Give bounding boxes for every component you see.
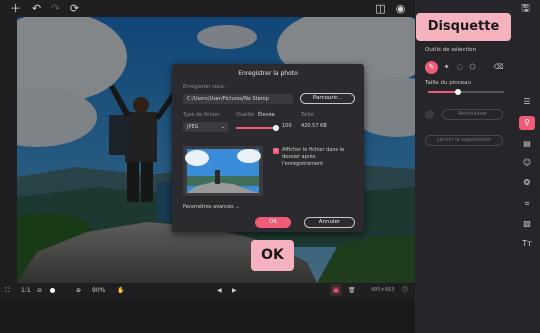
bottom-bar: ⛶ 1:1 ⊖ ⊕ 90% ✋ ◀ ▶ ▣ 🗑 995×663 ⓘ — [0, 283, 415, 298]
zoom-percent: 90% — [92, 287, 106, 294]
crop-icon[interactable]: ⌗ — [519, 197, 535, 211]
app-window: ＋ ↶ ↷ ⟳ ◫ ◉ Enregistrer la photo Enregis… — [0, 0, 540, 333]
file-type-select[interactable]: JPEG ⌄ — [183, 122, 228, 132]
save-disk-icon[interactable]: 🖫 — [519, 2, 532, 15]
preview-thumbnail — [183, 146, 263, 196]
quality-label: Qualité — [236, 112, 254, 118]
file-type-label: Type de fichier — [183, 112, 220, 118]
image-edit-icon[interactable]: ▤ — [519, 137, 535, 151]
show-in-folder-checkbox[interactable]: ✓ — [273, 148, 279, 154]
frame-icon[interactable]: ▧ — [519, 217, 535, 231]
quality-value: 100 — [282, 123, 292, 129]
adjust-icon[interactable]: ☰ — [519, 95, 535, 109]
polygon-lasso-icon[interactable]: ⬠ — [466, 61, 479, 74]
brush-size-fill — [428, 91, 458, 93]
image-dimensions: 995×663 — [371, 287, 395, 293]
chevron-down-icon: ⌄ — [235, 204, 240, 210]
next-image-icon[interactable]: ▶ — [232, 285, 237, 296]
left-strip — [0, 17, 17, 283]
toggle-icon[interactable] — [425, 110, 434, 119]
magic-wand-icon[interactable]: ✦ — [440, 61, 453, 74]
filters-icon[interactable]: ❂ — [519, 176, 535, 190]
lasso-icon[interactable]: ◌ — [453, 61, 466, 74]
advanced-settings-toggle[interactable]: Paramètres avancés ⌄ — [183, 204, 240, 210]
show-in-folder-label: Afficher le fichier dans le dossier aprè… — [282, 147, 345, 167]
size-label: Taille — [301, 112, 314, 118]
eye-icon[interactable]: ◉ — [394, 2, 407, 15]
selection-tools-label: Outils de sélection — [425, 47, 476, 53]
quality-slider-knob[interactable] — [273, 125, 279, 131]
remove-watermark-button[interactable]: Lancer la suppression — [425, 135, 503, 146]
watermark-remover-icon[interactable]: ⚲ — [519, 116, 535, 130]
file-type-value: JPEG — [187, 124, 199, 130]
save-to-label: Enregistrer sous : — [183, 84, 227, 90]
ok-button[interactable]: OK — [255, 217, 291, 228]
chevron-down-icon: ⌄ — [220, 124, 225, 130]
brush-size-knob[interactable] — [455, 89, 461, 95]
info-icon[interactable]: ⓘ — [402, 285, 408, 296]
browse-button[interactable]: Parcourir... — [300, 93, 355, 104]
brush-tool-button[interactable]: ✎ — [425, 61, 438, 74]
brush-size-label: Taille du pinceau — [425, 80, 472, 86]
text-icon[interactable]: Tт — [519, 237, 535, 251]
cancel-button[interactable]: Annuler — [304, 217, 355, 228]
zoom-slider-knob[interactable] — [50, 288, 55, 293]
brush-size-slider[interactable] — [428, 89, 504, 95]
size-value: 420.57 KB — [301, 123, 327, 129]
top-toolbar: ＋ ↶ ↷ ⟳ ◫ ◉ — [0, 0, 415, 17]
eraser-icon[interactable]: ⌫ — [492, 61, 505, 74]
save-photo-dialog: Enregistrer la photo Enregistrer sous : … — [172, 64, 364, 232]
hand-icon[interactable]: ✋ — [117, 285, 124, 296]
dialog-title: Enregistrer la photo — [238, 70, 298, 77]
image-view-icon[interactable]: ▣ — [330, 284, 342, 296]
undo-icon[interactable]: ↶ — [30, 2, 43, 15]
save-path-field[interactable]: C:/Users/User/Pictures/No Stamp — [183, 94, 293, 104]
redo-icon[interactable]: ↷ — [49, 2, 62, 15]
quality-value-label: Élevée — [258, 112, 275, 118]
emoji-icon[interactable]: ☺ — [519, 156, 535, 170]
zoom-in-icon[interactable]: ⊕ — [76, 285, 81, 296]
advanced-settings-label: Paramètres avancés — [183, 204, 234, 210]
trash-icon[interactable]: 🗑 — [348, 285, 356, 296]
quality-slider-fill — [236, 127, 276, 129]
status-area — [0, 298, 415, 333]
zoom-ratio[interactable]: 1:1 — [21, 285, 31, 296]
callout-ok: OK — [251, 240, 294, 271]
zoom-out-icon[interactable]: ⊖ — [37, 285, 42, 296]
quality-slider[interactable] — [236, 125, 279, 131]
fit-screen-icon[interactable]: ⛶ — [5, 285, 9, 296]
add-icon[interactable]: ＋ — [9, 2, 22, 15]
compare-icon[interactable]: ◫ — [374, 2, 387, 15]
callout-save: Disquette — [416, 13, 511, 41]
prev-image-icon[interactable]: ◀ — [217, 285, 222, 296]
refresh-icon[interactable]: ⟳ — [68, 2, 81, 15]
reinit-button[interactable]: Réinitialiser — [442, 109, 503, 120]
